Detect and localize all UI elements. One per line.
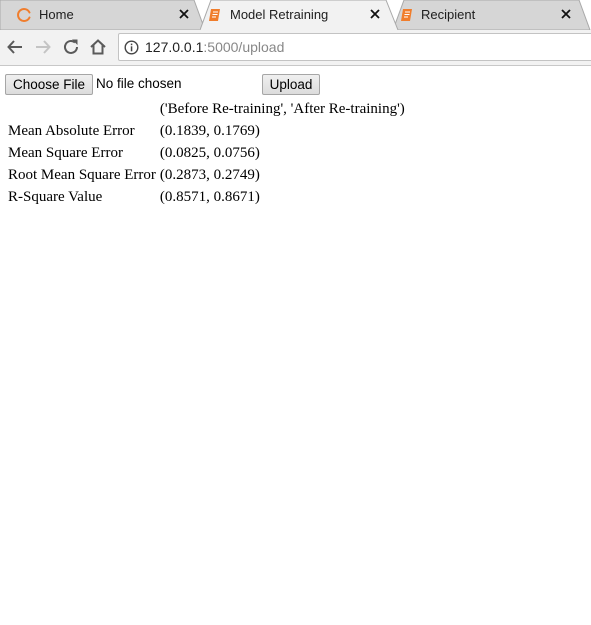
- table-header: ('Before Re-training', 'After Re-trainin…: [159, 101, 405, 117]
- table-header-empty: [7, 99, 157, 119]
- forward-arrow-icon[interactable]: [34, 38, 52, 56]
- close-icon[interactable]: [178, 8, 190, 20]
- metric-label: R-Square Value: [8, 189, 103, 205]
- file-status-text: No file chosen: [96, 76, 182, 91]
- metric-label: Mean Absolute Error: [8, 123, 135, 139]
- tab-recipient[interactable]: Recipient: [393, 0, 591, 30]
- table-row: Mean Absolute Error (0.1839, 0.1769): [7, 121, 406, 141]
- metrics-table: ('Before Re-training', 'After Re-trainin…: [5, 97, 408, 209]
- orange-page-icon: [401, 9, 412, 21]
- tab-title: Model Retraining: [230, 7, 329, 22]
- tab-home[interactable]: Home: [0, 0, 206, 30]
- url-text[interactable]: 127.0.0.1:5000/upload: [145, 39, 284, 55]
- close-icon[interactable]: [369, 8, 381, 20]
- choose-file-button[interactable]: Choose File: [5, 74, 94, 95]
- url-host: 127.0.0.1: [145, 39, 204, 55]
- orange-page-icon: [209, 9, 220, 21]
- metric-label: Mean Square Error: [8, 145, 123, 161]
- metric-label: Root Mean Square Error: [8, 167, 156, 183]
- address-bar[interactable]: 127.0.0.1:5000/upload: [118, 33, 591, 61]
- table-row: Mean Square Error (0.0825, 0.0756): [7, 143, 406, 163]
- browser-toolbar: 127.0.0.1:5000/upload: [0, 30, 591, 66]
- tab-title: Home: [39, 7, 74, 22]
- tab-model-retraining[interactable]: Model Retraining: [200, 0, 399, 30]
- url-path: :5000/upload: [203, 39, 285, 55]
- upload-button[interactable]: Upload: [262, 74, 320, 95]
- table-row: Root Mean Square Error (0.2873, 0.2749): [7, 165, 406, 185]
- info-icon[interactable]: [124, 40, 139, 55]
- close-icon[interactable]: [560, 8, 572, 20]
- metric-value: (0.2873, 0.2749): [159, 167, 260, 183]
- metric-value: (0.1839, 0.1769): [159, 123, 260, 139]
- metric-value: (0.0825, 0.0756): [159, 145, 260, 161]
- tab-strip: Home Recipient Model Retraining: [0, 0, 591, 30]
- table-header-row: ('Before Re-training', 'After Re-trainin…: [7, 99, 406, 119]
- page-content: Choose File No file chosen Upload ('Befo…: [0, 66, 591, 625]
- table-row: R-Square Value (0.8571, 0.8671): [7, 187, 406, 207]
- back-arrow-icon[interactable]: [6, 38, 24, 56]
- loading-spinner-icon: [17, 8, 31, 22]
- metric-value: (0.8571, 0.8671): [159, 189, 260, 205]
- reload-icon[interactable]: [62, 38, 80, 56]
- home-icon[interactable]: [89, 38, 107, 56]
- tab-title: Recipient: [421, 7, 476, 22]
